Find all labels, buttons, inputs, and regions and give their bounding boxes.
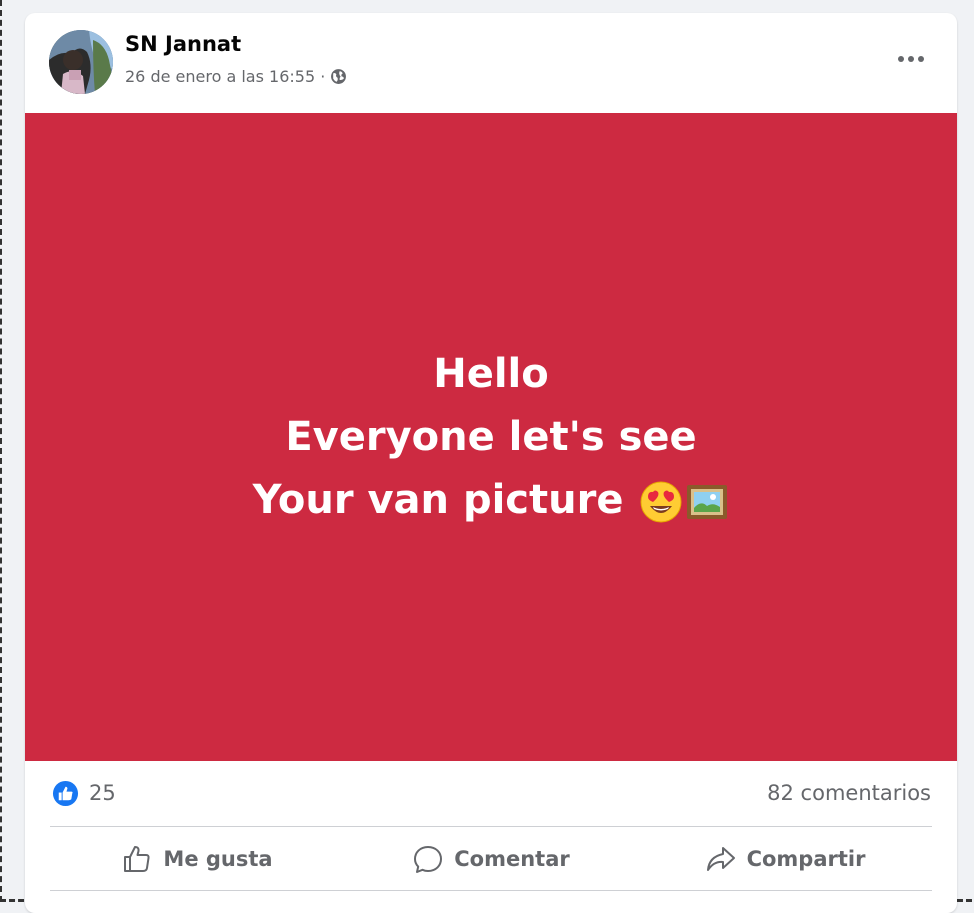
- post-timestamp[interactable]: 26 de enero a las 16:55 ·: [125, 67, 325, 86]
- post-text-line-2: Everyone let's see: [285, 413, 697, 460]
- avatar[interactable]: [49, 30, 113, 94]
- heart-eyes-emoji: [640, 481, 682, 522]
- globe-icon[interactable]: [330, 68, 347, 85]
- like-button-label: Me gusta: [163, 847, 273, 871]
- post-stats: 25 82 comentarios: [25, 761, 957, 826]
- comment-button[interactable]: Comentar: [344, 828, 638, 890]
- comment-count[interactable]: 82 comentarios: [767, 781, 931, 805]
- actions-divider: [50, 890, 932, 891]
- like-reaction-icon[interactable]: [52, 780, 79, 807]
- share-button-label: Compartir: [746, 847, 866, 871]
- author-name[interactable]: SN Jannat: [125, 32, 241, 56]
- post-meta: 26 de enero a las 16:55 ·: [125, 67, 347, 86]
- framed-picture-emoji: [687, 484, 728, 519]
- post-text-line-3-text: Your van picture: [252, 476, 624, 523]
- post-text-line-1: Hello: [433, 350, 549, 397]
- more-dots-icon: [898, 56, 924, 62]
- post-card: SN Jannat 26 de enero a las 16:55 · Hell…: [25, 13, 957, 913]
- more-options-button[interactable]: [895, 43, 927, 75]
- avatar-photo: [49, 30, 113, 94]
- post-text-line-3: Your van picture: [253, 469, 730, 532]
- thumbs-up-icon: [124, 846, 150, 872]
- comment-button-label: Comentar: [454, 847, 570, 871]
- like-count[interactable]: 25: [89, 781, 116, 805]
- like-button[interactable]: Me gusta: [50, 828, 344, 890]
- post-background[interactable]: Hello Everyone let's see Your van pictur…: [25, 113, 957, 761]
- post-header: SN Jannat 26 de enero a las 16:55 ·: [25, 13, 957, 113]
- stats-divider: [50, 826, 932, 827]
- share-button[interactable]: Compartir: [638, 828, 932, 890]
- post-actions: Me gusta Comentar Compartir: [50, 828, 932, 890]
- share-arrow-icon: [706, 847, 735, 871]
- comment-bubble-icon: [414, 846, 443, 873]
- post-text: Hello Everyone let's see Your van pictur…: [253, 343, 730, 532]
